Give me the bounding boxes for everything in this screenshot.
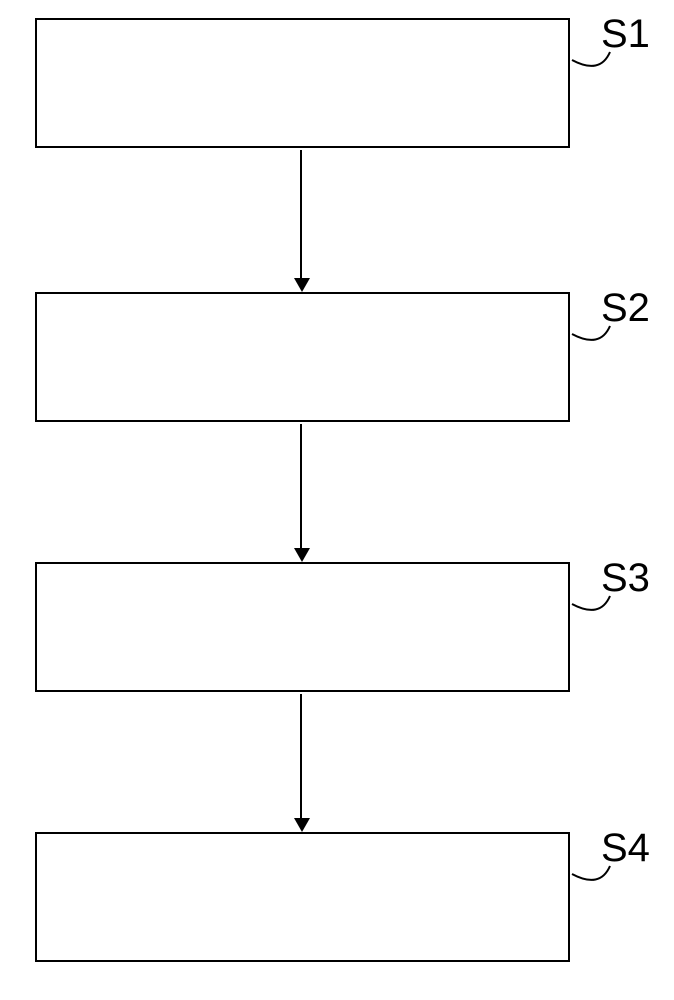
arrow-head-s3-s4 <box>294 818 310 832</box>
step-box-s4 <box>35 832 570 962</box>
arrow-head-s2-s3 <box>294 548 310 562</box>
step-label-s4: S4 <box>601 826 650 871</box>
step-label-s1: S1 <box>601 12 650 57</box>
arrow-line-s2-s3 <box>300 424 302 548</box>
arrow-line-s1-s2 <box>300 150 302 278</box>
step-box-s3 <box>35 562 570 692</box>
step-label-s2: S2 <box>601 286 650 331</box>
step-box-s2 <box>35 292 570 422</box>
arrow-head-s1-s2 <box>294 278 310 292</box>
arrow-line-s3-s4 <box>300 694 302 818</box>
step-label-s3: S3 <box>601 556 650 601</box>
step-box-s1 <box>35 18 570 148</box>
